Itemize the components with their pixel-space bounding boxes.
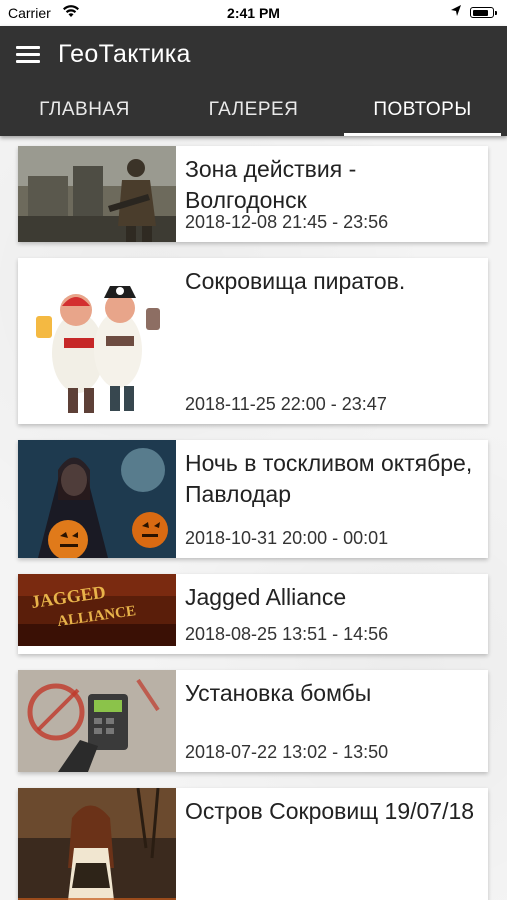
- event-title: Установка бомбы: [185, 680, 372, 706]
- event-title: Jagged Alliance: [185, 584, 347, 610]
- tab-bar: ГЛАВНАЯ ГАЛЕРЕЯ ПОВТОРЫ: [0, 88, 507, 136]
- tab-gallery[interactable]: ГАЛЕРЕЯ: [169, 88, 338, 136]
- pirate-woman-image: [18, 788, 176, 900]
- event-title: Сокровища пиратов.: [185, 268, 406, 294]
- app-bar: ГеоТактика ГЛАВНАЯ ГАЛЕРЕЯ ПОВТОРЫ: [0, 26, 507, 136]
- tab-home[interactable]: ГЛАВНАЯ: [0, 88, 169, 136]
- event-card[interactable]: JAGGED ALLIANCE Jagged Alliance 2018-08-…: [18, 574, 488, 654]
- clock: 2:41 PM: [227, 5, 280, 21]
- event-title: Ночь в тоскливом октябре, Павлодар: [185, 450, 473, 507]
- event-date: 2018-07-22 13:02 - 13:50: [185, 742, 389, 762]
- event-date: 2018-12-08 21:45 - 23:56: [185, 212, 389, 232]
- event-card[interactable]: Зона действия - Волгодонск 2018-12-08 21…: [18, 146, 488, 242]
- event-title: Остров Сокровищ 19/07/18: [185, 798, 475, 824]
- event-card[interactable]: Остров Сокровищ 19/07/18: [18, 788, 488, 900]
- cartoon-pirates-image: [18, 258, 176, 424]
- status-bar: Carrier 2:41 PM: [0, 0, 507, 26]
- event-date: 2018-11-25 22:00 - 23:47: [185, 394, 387, 414]
- halloween-witch-image: [18, 440, 176, 558]
- event-card[interactable]: Сокровища пиратов. 2018-11-25 22:00 - 23…: [18, 258, 488, 424]
- location-arrow-icon: [450, 4, 462, 21]
- battery-fill: [472, 9, 488, 16]
- event-card[interactable]: Установка бомбы 2018-07-22 13:02 - 13:50: [18, 670, 488, 772]
- battery-icon: [470, 7, 497, 18]
- app-title: ГеоТактика: [58, 40, 191, 68]
- event-date: 2018-10-31 20:00 - 00:01: [185, 528, 389, 548]
- event-title: Зона действия - Волгодонск: [185, 156, 357, 213]
- replays-list[interactable]: Зона действия - Волгодонск 2018-12-08 21…: [0, 136, 507, 900]
- bomb-device-image: [18, 670, 176, 772]
- event-date: 2018-08-25 13:51 - 14:56: [185, 624, 389, 644]
- stalker-soldier-image: [18, 146, 176, 242]
- event-card[interactable]: Ночь в тоскливом октябре, Павлодар 2018-…: [18, 440, 488, 558]
- hamburger-menu-icon[interactable]: [12, 40, 46, 70]
- jagged-alliance-logo-image: JAGGED ALLIANCE: [18, 574, 176, 646]
- tab-replays[interactable]: ПОВТОРЫ: [338, 88, 507, 136]
